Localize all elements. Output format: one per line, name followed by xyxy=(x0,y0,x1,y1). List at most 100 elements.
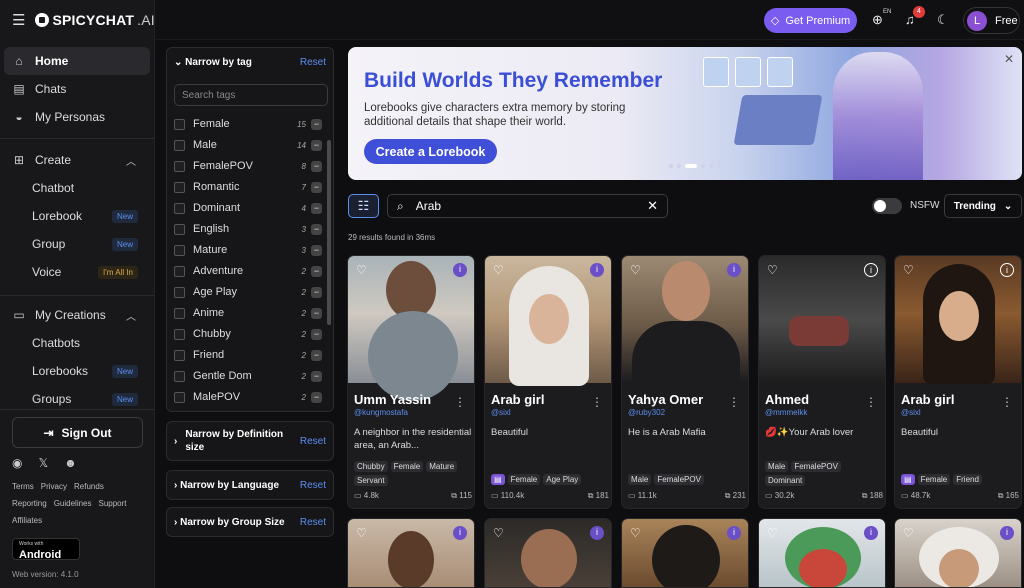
nsfw-toggle[interactable] xyxy=(872,198,902,214)
creator-handle[interactable]: @kungmostafa xyxy=(354,408,408,417)
nav-voice[interactable]: Voice I'm All In xyxy=(32,262,138,282)
tag-row[interactable]: Anime 2− xyxy=(174,305,322,321)
exclude-tag-button[interactable]: − xyxy=(311,370,322,382)
tag-checkbox[interactable] xyxy=(174,202,185,214)
nav-lorebook[interactable]: Lorebook New xyxy=(32,206,138,226)
reset-button[interactable]: Reset xyxy=(300,436,326,447)
tag-chip[interactable]: Female xyxy=(390,461,424,472)
heart-icon[interactable]: ♡ xyxy=(767,263,778,277)
tag-chip[interactable]: Age Play xyxy=(543,474,582,485)
exclude-tag-button[interactable]: − xyxy=(311,202,322,214)
nav-chats[interactable]: ▤ Chats xyxy=(4,75,150,103)
tag-checkbox[interactable] xyxy=(174,223,185,235)
android-badge[interactable]: Works with Android xyxy=(12,538,80,561)
exclude-tag-button[interactable]: − xyxy=(311,286,322,298)
heart-icon[interactable]: ♡ xyxy=(903,263,914,277)
tag-checkbox[interactable] xyxy=(174,265,185,277)
sort-select[interactable]: Trending ⌄ xyxy=(944,194,1022,218)
carousel-dot[interactable] xyxy=(701,164,705,168)
affiliates-link[interactable]: Affiliates xyxy=(12,516,42,525)
character-card[interactable]: ♡ i Umm Yassin @kungmostafa ⋮ A neighbor … xyxy=(347,255,475,509)
tag-chip[interactable]: Mature xyxy=(426,461,458,472)
tag-chip[interactable]: Female xyxy=(917,474,951,485)
info-icon[interactable]: i xyxy=(590,263,604,277)
tag-row[interactable]: Age Play 2− xyxy=(174,284,322,300)
character-card[interactable]: ♡ i xyxy=(484,518,612,588)
definition-size-panel[interactable]: › Narrow by Definition size Reset xyxy=(166,421,334,461)
carousel-dot-active[interactable] xyxy=(685,164,697,168)
moon-icon[interactable]: ☾ xyxy=(937,12,949,28)
nav-create[interactable]: ⊞ Create ︿ xyxy=(4,146,150,174)
tag-checkbox[interactable] xyxy=(174,118,185,130)
tag-chip[interactable]: Servant xyxy=(354,475,388,486)
logo[interactable]: SPICYCHAT .AI xyxy=(35,12,155,28)
character-card[interactable]: ♡ i Arab girl @sixl ⋮ Beautiful ▤ Female Ag… xyxy=(484,255,612,509)
search-tags-input[interactable]: Search tags xyxy=(174,84,328,106)
character-card[interactable]: ♡ i xyxy=(347,518,475,588)
tag-checkbox[interactable] xyxy=(174,160,185,172)
exclude-tag-button[interactable]: − xyxy=(311,391,322,403)
tag-row[interactable]: Adventure 2− xyxy=(174,263,322,279)
filter-toggle-button[interactable]: ☷ xyxy=(348,194,379,218)
tag-checkbox[interactable] xyxy=(174,244,185,256)
sign-out-button[interactable]: ⇥ Sign Out xyxy=(12,417,143,448)
info-icon[interactable]: i xyxy=(1000,263,1014,277)
guidelines-link[interactable]: Guidelines xyxy=(54,499,92,508)
globe-icon[interactable]: ⊕ xyxy=(872,12,883,28)
tag-list-scrollbar[interactable] xyxy=(327,140,331,325)
tag-row[interactable]: Dominant 4− xyxy=(174,200,322,216)
nav-home[interactable]: ⌂ Home xyxy=(4,47,150,75)
tag-checkbox[interactable] xyxy=(174,349,185,361)
terms-link[interactable]: Terms xyxy=(12,482,34,491)
exclude-tag-button[interactable]: − xyxy=(311,223,322,235)
account-button[interactable]: L Free xyxy=(963,7,1020,34)
heart-icon[interactable]: ♡ xyxy=(630,263,641,277)
creator-handle[interactable]: @sixl xyxy=(901,408,921,417)
tag-row[interactable]: MalePOV 2− xyxy=(174,389,322,405)
nav-groups[interactable]: Groups New xyxy=(32,389,138,409)
nav-chatbot[interactable]: Chatbot xyxy=(32,178,138,198)
tag-chip[interactable]: Chubby xyxy=(354,461,388,472)
more-options-icon[interactable]: ⋮ xyxy=(728,395,740,409)
reddit-icon[interactable]: ☻ xyxy=(64,456,77,470)
carousel-dot[interactable] xyxy=(709,164,713,168)
info-icon[interactable]: i xyxy=(864,526,878,540)
reset-button[interactable]: Reset xyxy=(300,57,326,68)
tag-checkbox[interactable] xyxy=(174,181,185,193)
discord-icon[interactable]: ◉ xyxy=(12,456,22,470)
character-card[interactable]: ♡ i Ahmed @mmmelkk ⋮ 💋✨Your Arab lover Ma… xyxy=(758,255,886,509)
get-premium-button[interactable]: ◇ Get Premium xyxy=(764,8,857,33)
support-link[interactable]: Support xyxy=(99,499,127,508)
tag-row[interactable]: Male 14− xyxy=(174,137,322,153)
definition-size-header[interactable]: › Narrow by Definition size Reset xyxy=(167,422,333,460)
tag-checkbox[interactable] xyxy=(174,307,185,319)
heart-icon[interactable]: ♡ xyxy=(493,263,504,277)
nav-personas[interactable]: ◒ My Personas xyxy=(4,103,150,131)
tag-row[interactable]: Mature 3− xyxy=(174,242,322,258)
search-input[interactable]: ⌕ Arab ✕ xyxy=(387,194,668,218)
info-icon[interactable]: i xyxy=(864,263,878,277)
more-options-icon[interactable]: ⋮ xyxy=(1001,395,1013,409)
heart-icon[interactable]: ♡ xyxy=(356,526,367,540)
heart-icon[interactable]: ♡ xyxy=(903,526,914,540)
nav-my-creations[interactable]: ▭ My Creations ︿ xyxy=(4,301,150,329)
tag-row[interactable]: Chubby 2− xyxy=(174,326,322,342)
exclude-tag-button[interactable]: − xyxy=(311,181,322,193)
tag-row[interactable]: Female 15− xyxy=(174,116,322,132)
character-card[interactable]: ♡ i xyxy=(621,518,749,588)
tag-row[interactable]: Friend 2− xyxy=(174,347,322,363)
language-header[interactable]: › Narrow by Language Reset xyxy=(167,471,333,499)
group-size-panel[interactable]: › Narrow by Group Size Reset xyxy=(166,507,334,537)
info-icon[interactable]: i xyxy=(590,526,604,540)
heart-icon[interactable]: ♡ xyxy=(356,263,367,277)
carousel-dot[interactable] xyxy=(669,164,673,168)
more-options-icon[interactable]: ⋮ xyxy=(591,395,603,409)
privacy-link[interactable]: Privacy xyxy=(41,482,67,491)
lorebook-banner[interactable]: Build Worlds They Remember Lorebooks giv… xyxy=(348,47,1022,180)
creator-handle[interactable]: @mmmelkk xyxy=(765,408,807,417)
exclude-tag-button[interactable]: − xyxy=(311,244,322,256)
close-icon[interactable]: ✕ xyxy=(1004,52,1014,66)
tag-checkbox[interactable] xyxy=(174,370,185,382)
group-size-header[interactable]: › Narrow by Group Size Reset xyxy=(167,508,333,536)
heart-icon[interactable]: ♡ xyxy=(630,526,641,540)
